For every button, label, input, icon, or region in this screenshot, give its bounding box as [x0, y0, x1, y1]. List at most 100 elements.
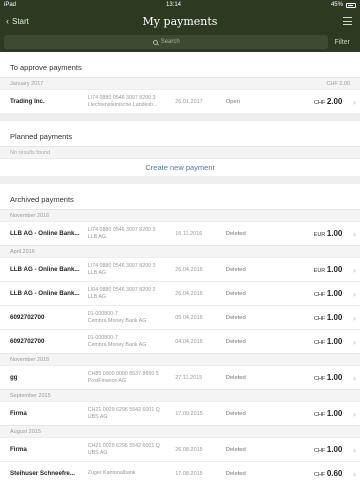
group-header: November 2016	[0, 209, 360, 221]
filter-button[interactable]: Filter	[334, 39, 354, 46]
page-title: My payments	[142, 14, 218, 28]
bank-name: Cembra Money Bank AG	[87, 317, 147, 324]
currency: CHF	[313, 340, 327, 346]
payment-status: Deleted	[225, 374, 246, 381]
account-info: 01-000800-7 Cembra Money Bank AG	[88, 335, 175, 349]
approve-list: Trading Inc. LI74 0880 0546 3097 8200 3 Li…	[0, 89, 360, 113]
currency: CHF	[313, 448, 327, 454]
payment-status: Deleted	[225, 266, 246, 273]
chevron-right-icon: ›	[353, 372, 356, 383]
archived-list: November 2016 LLB AG - Online Bank... LI74…	[0, 209, 360, 480]
payment-status: Deleted	[225, 410, 246, 417]
search-placeholder: Search	[160, 39, 180, 45]
currency: CHF	[313, 472, 327, 478]
currency: CHF	[313, 100, 327, 106]
group-label: January 2017	[10, 80, 44, 87]
group-header: November 2015	[0, 353, 360, 365]
account-number: LI04 0880 0546 3097 8200 2	[87, 286, 156, 293]
group-label: September 2015	[10, 392, 51, 399]
payment-row[interactable]: 6092702700 01-000800-7 Cembra Money Bank A…	[0, 329, 360, 353]
to-approve-title: To approve payments	[0, 52, 360, 77]
archived-section: Archived payments November 2016 LLB AG - …	[0, 184, 360, 480]
payment-amount: CHF 2.00	[274, 97, 342, 106]
payment-date: 17.09.2015	[175, 410, 203, 417]
section-divider	[0, 176, 360, 184]
amount-value: 1.00	[326, 373, 343, 382]
bank-name: LLB AG	[87, 233, 107, 240]
payment-date: 05.04.2016	[175, 314, 203, 321]
payment-row[interactable]: 6092702700 01-000800-7 Cembra Money Bank A…	[0, 305, 360, 329]
chevron-right-icon: ›	[353, 288, 356, 299]
chevron-right-icon: ›	[353, 468, 356, 479]
group-label: August 2015	[10, 428, 41, 435]
search-input[interactable]: Search	[4, 35, 329, 49]
account-info: LI74 0880 0546 3097 8200 3 LLB AG	[88, 263, 175, 277]
payee-name: Trading Inc.	[10, 98, 45, 105]
planned-title: Planned payments	[0, 121, 360, 146]
account-info: CH21 0029 6296 5542 6001 Q UBS AG	[88, 407, 175, 421]
amount-value: 1.00	[326, 337, 343, 346]
search-bar: Search Filter	[0, 32, 360, 52]
chevron-right-icon: ›	[353, 336, 356, 347]
payment-amount: CHF 1.00	[274, 313, 342, 322]
create-new-payment-button[interactable]: Create new payment	[0, 158, 360, 176]
payment-status: Deleted	[225, 230, 246, 237]
payment-amount: EUR 1.00	[274, 265, 343, 274]
payment-row[interactable]: LLB AG - Online Bank... LI74 0880 0546 30…	[0, 221, 360, 245]
group-header: January 2017 CHF 2.00	[0, 77, 360, 89]
payment-status: Open	[225, 98, 240, 105]
payment-status: Deleted	[225, 446, 246, 453]
account-info: CH21 0029 6296 5542 6001 Q UBS AG	[88, 443, 175, 457]
back-button[interactable]: ‹ Start	[0, 16, 29, 26]
payment-amount: CHF 1.00	[274, 445, 342, 454]
payment-amount: CHF 1.00	[274, 337, 342, 346]
payment-row[interactable]: Steihuser Schneefre... Zuger Kantonalbank…	[0, 461, 360, 480]
payee-name: Steihuser Schneefre...	[10, 470, 75, 477]
amount-value: 1.00	[326, 445, 343, 454]
payment-row[interactable]: Firma CH21 0029 6296 5542 6001 Q UBS AG 26.…	[0, 437, 360, 461]
payment-row[interactable]: Trading Inc. LI74 0880 0546 3097 8200 3 Li…	[0, 89, 360, 113]
bank-name: LLB AG	[87, 269, 107, 276]
payment-date: 04.04.2016	[175, 338, 203, 345]
payee-name: LLB AG - Online Bank...	[10, 230, 80, 237]
bank-name: Cembra Money Bank AG	[87, 341, 147, 348]
payee-name: Firma	[10, 410, 27, 417]
back-label: Start	[12, 16, 29, 26]
group-total: CHF 2.00	[326, 80, 350, 87]
payment-amount: CHF 0.60	[274, 469, 342, 478]
amount-value: 1.00	[326, 409, 343, 418]
account-number: Zuger Kantonalbank	[87, 470, 136, 476]
account-number: LI74 0880 0546 3097 8200 3	[87, 262, 156, 269]
chevron-right-icon: ›	[353, 264, 356, 275]
account-number: 01-000800-7	[87, 310, 118, 317]
payee-name: 6092702700	[10, 338, 45, 345]
payment-row[interactable]: gg CH85 0900 0000 8537 8650 5 PostFinance …	[0, 365, 360, 389]
bank-name: UBS AG	[87, 449, 108, 456]
group-header: September 2015	[0, 389, 360, 401]
payment-status: Deleted	[225, 290, 246, 297]
group-label: November 2015	[10, 356, 50, 363]
bank-name: LLB AG	[87, 293, 107, 300]
bank-name: PostFinance AG	[87, 377, 127, 384]
no-results-text: No results found	[0, 146, 360, 158]
payment-date: 26.04.2016	[175, 290, 203, 297]
archived-title: Archived payments	[0, 184, 360, 209]
account-info: 01-000800-7 Cembra Money Bank AG	[88, 311, 175, 325]
account-number: CH85 0900 0000 8537 8650 5	[87, 370, 159, 377]
group-header: April 2016	[0, 245, 360, 257]
payment-date: 27.11.2015	[175, 374, 203, 381]
payment-row[interactable]: LLB AG - Online Bank... LI04 0880 0546 30…	[0, 281, 360, 305]
payment-amount: CHF 1.00	[274, 289, 342, 298]
payment-date: 16.11.2016	[175, 230, 203, 237]
payment-row[interactable]: LLB AG - Online Bank... LI74 0880 0546 30…	[0, 257, 360, 281]
payment-row[interactable]: Firma CH21 0029 6296 5542 6001 Q UBS AG 17.…	[0, 401, 360, 425]
hamburger-menu-icon[interactable]	[343, 17, 352, 25]
amount-value: 2.00	[326, 97, 343, 106]
account-info: LI04 0880 0546 3097 8200 2 LLB AG	[88, 287, 175, 301]
account-info: CH85 0900 0000 8537 8650 5 PostFinance AG	[88, 371, 175, 385]
payment-date: 26.08.2015	[175, 446, 203, 453]
planned-section: Planned payments No results found Create…	[0, 121, 360, 176]
chevron-right-icon: ›	[353, 312, 356, 323]
account-number: CH21 0029 6296 5542 6001 Q	[87, 406, 160, 413]
payee-name: LLB AG - Online Bank...	[10, 266, 80, 273]
